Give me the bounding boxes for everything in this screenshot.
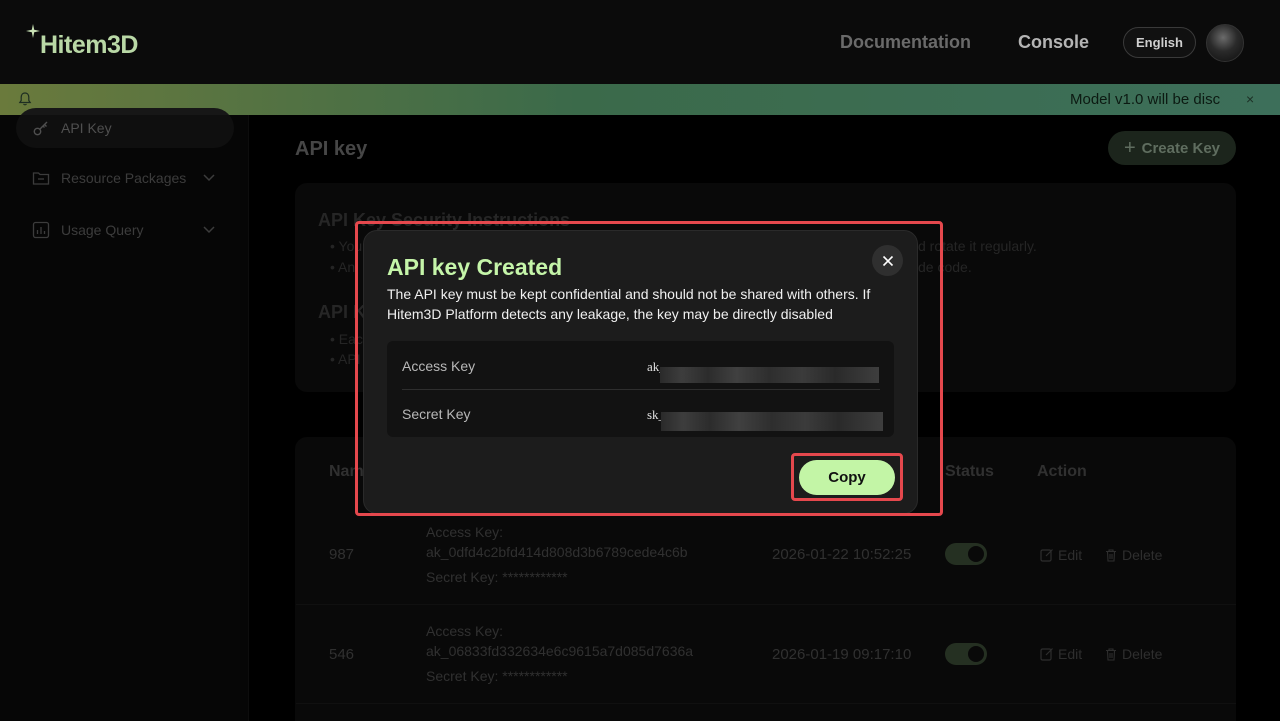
avatar[interactable]: [1206, 24, 1244, 62]
hitem3d-logo[interactable]: Hitem3D: [26, 24, 138, 64]
announcement-text: Model v1.0 will be disc: [1070, 91, 1221, 108]
bell-icon: [18, 92, 32, 106]
top-header: Hitem3D Documentation Console English: [0, 0, 1280, 84]
close-icon[interactable]: ×: [1246, 91, 1254, 107]
copy-highlight-frame: [791, 453, 903, 501]
language-button[interactable]: English: [1123, 27, 1196, 58]
nav-console[interactable]: Console: [1018, 32, 1089, 53]
nav-documentation[interactable]: Documentation: [840, 32, 971, 53]
sparkle-icon: [26, 24, 40, 38]
logo-text: Hitem3D: [40, 31, 138, 59]
